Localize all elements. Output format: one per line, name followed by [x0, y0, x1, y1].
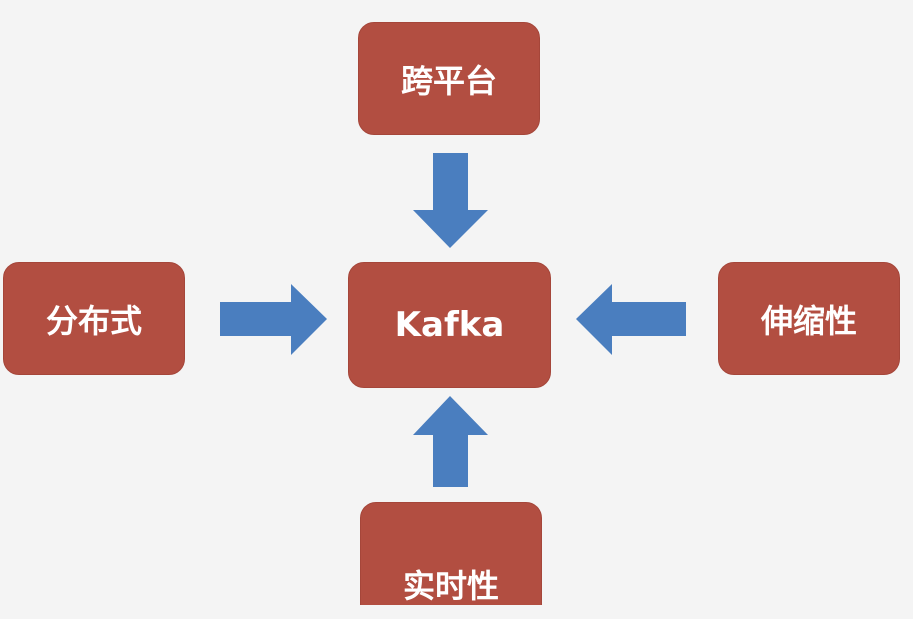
- arrow-down-icon: [413, 153, 488, 248]
- arrows-layer: [220, 153, 686, 487]
- arrow-right-icon: [220, 284, 327, 355]
- arrow-left-icon: [576, 284, 686, 355]
- arrow-up-icon: [413, 396, 488, 487]
